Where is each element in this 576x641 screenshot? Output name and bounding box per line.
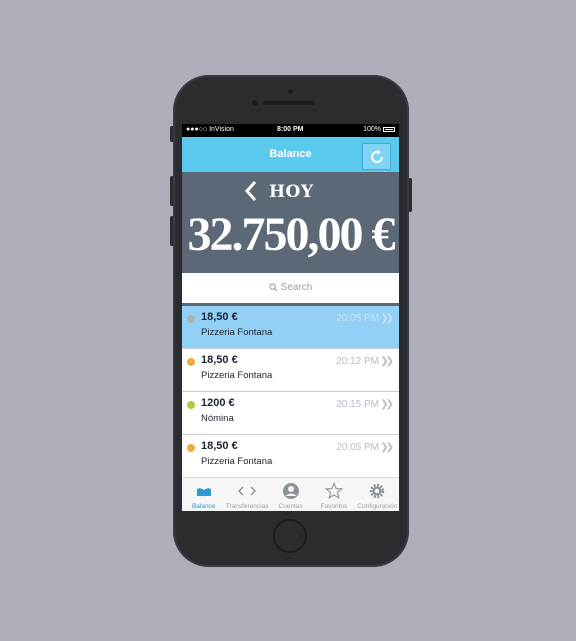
gear-icon xyxy=(367,481,387,501)
carrier-label: ●●●○○ InVision xyxy=(186,126,234,133)
transaction-amount: 18,50 € xyxy=(201,311,238,323)
battery-indicator: 100% xyxy=(363,126,395,133)
transaction-merchant: Pizzeria Fontana xyxy=(201,327,273,338)
tab-label: Balance xyxy=(191,503,216,510)
app-screen: ●●●○○ InVision 8:00 PM 100% Balance HOY … xyxy=(182,124,399,511)
transaction-row[interactable]: 1200 € Nómina 20:15 PM ❯❯ xyxy=(182,392,399,435)
double-chevron-right-icon: ❯❯ xyxy=(380,356,394,367)
search-icon xyxy=(269,282,278,291)
home-button[interactable] xyxy=(273,519,307,553)
clock: 8:00 PM xyxy=(277,126,304,133)
star-icon xyxy=(324,481,344,501)
balance-icon xyxy=(194,481,214,501)
battery-icon xyxy=(383,127,395,132)
balance-amount: 32.750,00 € xyxy=(187,208,396,261)
earpiece-speaker xyxy=(263,101,315,105)
double-chevron-right-icon: ❯❯ xyxy=(380,399,394,410)
transaction-row[interactable]: 18,50 € Pizzeria Fontana 20:05 PM ❯❯ xyxy=(182,306,399,349)
tab-label: Transferencias xyxy=(225,503,269,510)
transaction-time: 20:15 PM xyxy=(336,399,379,410)
tab-bar: Balance Transferencias Cuentas Favoritos… xyxy=(182,477,399,511)
tab-configuración[interactable]: Configuración xyxy=(356,478,399,511)
chevron-left-icon xyxy=(244,181,257,201)
previous-day-button[interactable] xyxy=(244,180,258,207)
tab-cuentas[interactable]: Cuentas xyxy=(269,478,312,511)
transaction-list: 18,50 € Pizzeria Fontana 20:05 PM ❯❯ 18,… xyxy=(182,306,399,478)
transaction-time: 20:05 PM xyxy=(336,442,379,453)
status-dot xyxy=(187,315,195,323)
transaction-row[interactable]: 18,50 € Pizzeria Fontana 20:05 PM ❯❯ xyxy=(182,435,399,478)
day-label: HOY xyxy=(269,182,314,202)
battery-percent: 100% xyxy=(363,126,381,133)
tab-label: Favoritos xyxy=(320,503,348,510)
transaction-row[interactable]: 18,50 € Pizzeria Fontana 20:12 PM ❯❯ xyxy=(182,349,399,392)
search-bar: Search xyxy=(182,273,399,303)
proximity-sensor xyxy=(252,100,258,106)
transaction-amount: 18,50 € xyxy=(201,440,238,452)
tab-transferencias[interactable]: Transferencias xyxy=(225,478,268,511)
status-dot xyxy=(187,444,195,452)
double-chevron-right-icon: ❯❯ xyxy=(380,442,394,453)
status-dot xyxy=(187,401,195,409)
status-dot xyxy=(187,358,195,366)
transaction-time: 20:05 PM xyxy=(336,313,379,324)
navigation-bar: Balance xyxy=(182,137,399,172)
transaction-merchant: Nómina xyxy=(201,413,234,424)
transaction-amount: 1200 € xyxy=(201,397,235,409)
search-input[interactable]: Search xyxy=(188,277,393,297)
tab-label: Cuentas xyxy=(278,503,303,510)
double-chevron-right-icon: ❯❯ xyxy=(380,313,394,324)
transfer-icon xyxy=(237,481,257,501)
transaction-merchant: Pizzeria Fontana xyxy=(201,370,273,381)
tab-label: Configuración xyxy=(357,503,398,510)
balance-hero: HOY 32.750,00 € xyxy=(182,172,399,273)
status-bar: ●●●○○ InVision 8:00 PM 100% xyxy=(182,124,399,137)
search-placeholder: Search xyxy=(280,281,313,293)
refresh-icon xyxy=(370,149,383,163)
account-icon xyxy=(281,481,301,501)
transaction-amount: 18,50 € xyxy=(201,354,238,366)
refresh-button[interactable] xyxy=(362,143,391,170)
transaction-merchant: Pizzeria Fontana xyxy=(201,456,273,467)
tab-balance[interactable]: Balance xyxy=(182,478,225,511)
tab-favoritos[interactable]: Favoritos xyxy=(312,478,355,511)
transaction-time: 20:12 PM xyxy=(336,356,379,367)
front-camera xyxy=(288,89,293,94)
